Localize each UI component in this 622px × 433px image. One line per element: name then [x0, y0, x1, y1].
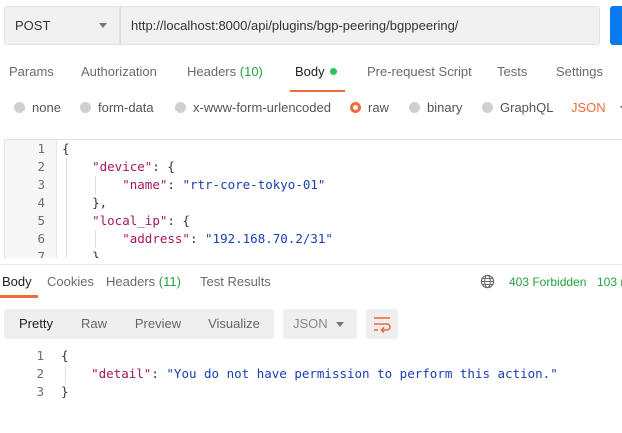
radio-circle-icon — [409, 102, 420, 113]
request-code-text: }, — [62, 195, 108, 210]
request-code-text: { — [62, 141, 70, 156]
line-number: 3 — [36, 384, 44, 399]
response-tab-body[interactable]: Body — [2, 274, 32, 289]
radio-none[interactable]: none — [14, 100, 61, 115]
radio-circle-icon — [14, 102, 25, 113]
request-code-text: "local_ip": { — [92, 213, 190, 228]
response-format-select[interactable]: JSON — [283, 309, 357, 339]
globe-icon[interactable] — [480, 274, 495, 289]
line-number: 3 — [37, 177, 45, 192]
tab-body[interactable]: Body — [295, 64, 337, 79]
pane-divider[interactable] — [0, 264, 622, 265]
radio-circle-icon — [80, 102, 91, 113]
wrap-lines-icon — [374, 317, 391, 334]
response-time[interactable]: 103 ms — [597, 275, 622, 289]
line-number: 2 — [37, 159, 45, 174]
method-label: POST — [15, 18, 51, 33]
line-number: 5 — [37, 213, 45, 228]
wrap-lines-button[interactable] — [366, 309, 398, 339]
active-tab-indicator — [290, 90, 345, 92]
send-button[interactable] — [610, 6, 622, 45]
url-text: http://localhost:8000/api/plugins/bgp-pe… — [131, 18, 459, 33]
url-input[interactable]: http://localhost:8000/api/plugins/bgp-pe… — [120, 6, 600, 45]
tab-headers[interactable]: Headers (10) — [187, 64, 263, 79]
radio-circle-icon — [482, 102, 493, 113]
view-mode-preview[interactable]: Preview — [122, 309, 194, 339]
request-code-text: "address": "192.168.70.2/31" — [122, 231, 333, 246]
radio-raw[interactable]: raw — [350, 100, 389, 115]
chevron-down-icon — [99, 23, 107, 28]
status-code[interactable]: 403 Forbidden — [509, 275, 586, 289]
response-tab-test-results[interactable]: Test Results — [200, 274, 271, 289]
chevron-down-icon — [336, 322, 344, 327]
tab-settings[interactable]: Settings — [556, 64, 603, 79]
response-code-text: { — [61, 348, 69, 363]
radio-graphql[interactable]: GraphQL — [482, 100, 553, 115]
request-code-text: "device": { — [92, 159, 175, 174]
modified-dot-icon — [329, 68, 337, 76]
radio-selected-icon — [350, 102, 361, 113]
response-code-text: "detail": "You do not have permission to… — [91, 366, 558, 381]
tab-params[interactable]: Params — [9, 64, 54, 79]
radio-binary[interactable]: binary — [409, 100, 462, 115]
response-body-viewer[interactable]: 1 {2 "detail": "You do not have permissio… — [4, 347, 622, 407]
view-mode-visualize[interactable]: Visualize — [196, 309, 272, 339]
response-tab-cookies[interactable]: Cookies — [47, 274, 94, 289]
request-code-text: "name": "rtr-core-tokyo-01" — [122, 177, 326, 192]
tab-authorization[interactable]: Authorization — [81, 64, 157, 79]
response-tab-headers[interactable]: Headers (11) — [106, 274, 181, 289]
line-number: 7 — [37, 249, 45, 258]
line-number: 2 — [36, 366, 44, 381]
response-headers-count: (11) — [158, 274, 181, 289]
line-number: 1 — [36, 348, 44, 363]
response-code-text: } — [61, 384, 69, 399]
line-number: 4 — [37, 195, 45, 210]
radio-circle-icon — [175, 102, 186, 113]
headers-count: (10) — [239, 64, 263, 79]
tab-tests[interactable]: Tests — [497, 64, 527, 79]
request-code-text: }, — [62, 249, 108, 258]
view-mode-pretty[interactable]: Pretty — [4, 309, 68, 339]
body-language-select[interactable]: JSON — [571, 100, 622, 115]
line-number: 6 — [37, 231, 45, 246]
radio-x-www-form-urlencoded[interactable]: x-www-form-urlencoded — [175, 100, 331, 115]
tab-pre-request-script[interactable]: Pre-request Script — [367, 64, 472, 79]
request-body-editor[interactable]: 1 {2 "device": { 3 "name": "rtr-core-tokyo… — [4, 139, 622, 258]
view-mode-raw[interactable]: Raw — [68, 309, 120, 339]
method-select[interactable]: POST — [4, 6, 120, 45]
active-response-tab-indicator — [0, 295, 38, 298]
radio-form-data[interactable]: form-data — [80, 100, 154, 115]
line-number: 1 — [37, 141, 45, 156]
